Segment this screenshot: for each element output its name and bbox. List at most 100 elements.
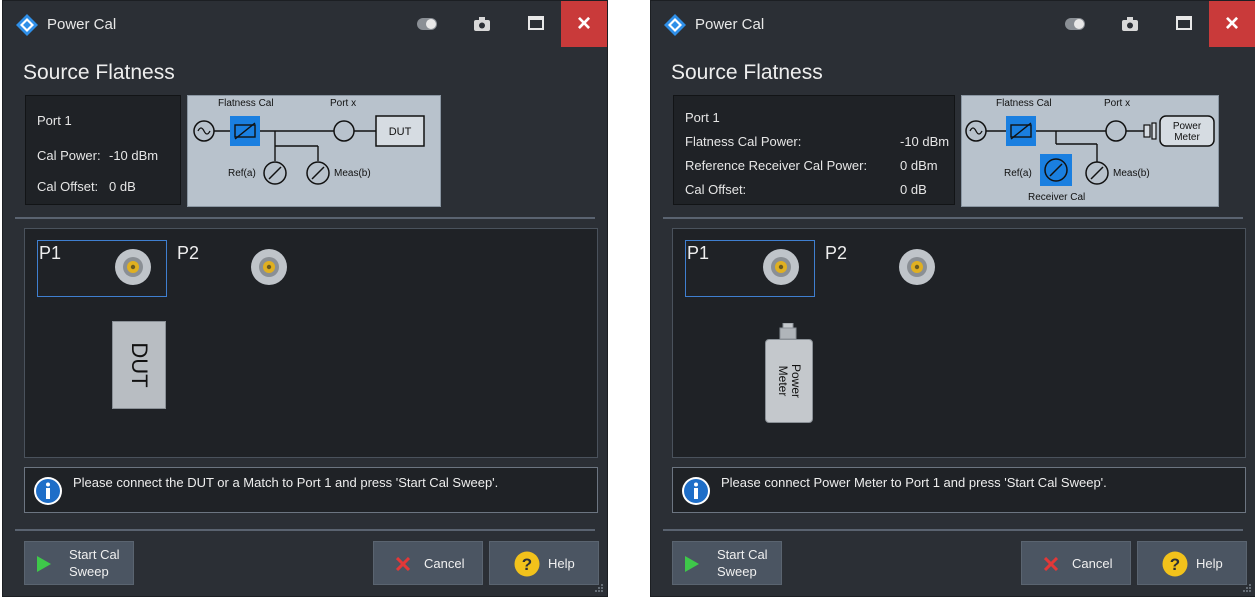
instruction-message: Please connect the DUT or a Match to Por… [24,467,598,513]
info-cal-offset-value: 0 dB [900,182,927,197]
power-meter-label-line2: Meter [776,365,790,397]
cancel-button[interactable]: Cancel [1021,541,1131,585]
help-label: Help [548,556,575,571]
dut-device: DUT [112,321,166,409]
window-title: Power Cal [695,16,765,33]
info-cal-offset-label: Cal Offset: [37,179,99,194]
cal-info-panel: Port 1 Flatness Cal Power: -10 dBm Refer… [673,95,955,205]
page-title: Source Flatness [23,61,175,84]
help-button[interactable]: ? Help [1137,541,1247,585]
port-x-icon [333,120,355,142]
info-cal-offset-value: 0 dB [109,179,136,194]
info-cal-power-label: Cal Power: [37,148,101,163]
rohde-schwarz-logo-icon [16,14,38,36]
diagram-meter-label: Meter [1174,132,1200,143]
svg-text:?: ? [522,555,532,574]
cancel-x-icon [1044,557,1058,571]
port-1-connector-icon[interactable] [762,248,800,286]
diagram-flatness-cal-label: Flatness Cal [996,98,1052,109]
toggle-icon[interactable] [417,18,437,30]
info-flatness-power-value: -10 dBm [900,134,950,149]
divider [15,217,595,219]
port-2-connector-icon[interactable] [898,248,936,286]
maximize-icon[interactable] [528,16,544,30]
instruction-text: Please connect Power Meter to Port 1 and… [721,475,1107,490]
instruction-text: Please connect the DUT or a Match to Por… [73,475,499,490]
port-connection-panel: P1 P2 Power Meter [672,228,1246,458]
port-x-icon [1105,120,1127,142]
cal-diagram: Flatness Cal Port x Power Meter Ref(a) M… [961,95,1219,207]
screenshot-camera-icon[interactable] [473,16,491,32]
power-meter-connector-icon [779,323,797,339]
cal-diagram: Flatness Cal Port x DUT Ref(a) Meas(b) [187,95,441,207]
cancel-label: Cancel [424,556,465,571]
cal-info-panel: Port 1 Cal Power: -10 dBm Cal Offset: 0 … [25,95,181,205]
divider [663,529,1243,531]
start-label-line1: Start Cal [717,547,768,562]
port-connection-panel: P1 P2 DUT [24,228,598,458]
info-cal-offset-label: Cal Offset: [685,182,747,197]
start-cal-sweep-button[interactable]: Start Cal Sweep [24,541,134,585]
diagram-dut-label: DUT [389,126,412,138]
diagram-receiver-cal-label: Receiver Cal [1028,192,1085,203]
play-icon [37,556,51,572]
maximize-icon[interactable] [1176,16,1192,30]
cancel-x-icon [396,557,410,571]
diagram-ref-label: Ref(a) [1004,168,1032,179]
info-ref-receiver-power-label: Reference Receiver Cal Power: [685,158,868,173]
instruction-message: Please connect Power Meter to Port 1 and… [672,467,1246,513]
help-question-icon: ? [514,551,540,577]
title-bar: Power Cal × [3,1,607,49]
dut-device-label: DUT [127,342,152,388]
info-port: Port 1 [37,113,72,128]
info-ref-receiver-power-value: 0 dBm [900,158,938,173]
cancel-button[interactable]: Cancel [373,541,483,585]
start-label-line1: Start Cal [69,547,120,562]
rohde-schwarz-logo-icon [664,14,686,36]
port-2-label: P2 [825,243,848,263]
divider [15,529,595,531]
diagram-meas-label: Meas(b) [334,168,371,179]
start-cal-sweep-button[interactable]: Start Cal Sweep [672,541,782,585]
port-1-label: P1 [687,243,710,263]
power-cal-window-power-meter: Power Cal × Source Flatness Port 1 Flatn… [650,0,1255,597]
port-2-label: P2 [177,243,200,263]
help-label: Help [1196,556,1223,571]
toggle-icon[interactable] [1065,18,1085,30]
start-label-line2: Sweep [69,564,109,579]
info-flatness-power-label: Flatness Cal Power: [685,134,802,149]
close-button[interactable]: × [1209,1,1255,47]
info-icon [34,477,62,505]
info-cal-power-value: -10 dBm [109,148,159,163]
info-icon [682,477,710,505]
diagram-ref-label: Ref(a) [228,168,256,179]
port-1-connector-icon[interactable] [114,248,152,286]
play-icon [685,556,699,572]
help-button[interactable]: ? Help [489,541,599,585]
resize-grip-icon[interactable] [594,583,604,593]
power-meter-device: Power Meter [765,339,813,423]
diagram-port-x-label: Port x [1104,98,1130,109]
window-title: Power Cal [47,16,117,33]
help-question-icon: ? [1162,551,1188,577]
page-title: Source Flatness [671,61,823,84]
flatness-cal-schematic: Flatness Cal Port x DUT Ref(a) Meas(b) [193,98,425,185]
resize-grip-icon[interactable] [1242,583,1252,593]
title-bar: Power Cal × [651,1,1255,49]
power-meter-label-line1: Power [789,363,803,399]
svg-text:?: ? [1170,555,1180,574]
divider [663,217,1243,219]
diagram-port-x-label: Port x [330,98,356,109]
port-2-connector-icon[interactable] [250,248,288,286]
diagram-meas-label: Meas(b) [1113,168,1150,179]
screenshot-camera-icon[interactable] [1121,16,1139,32]
flatness-cal-schematic: Flatness Cal Port x Power Meter Ref(a) M… [965,98,1215,203]
cancel-label: Cancel [1072,556,1113,571]
diagram-flatness-cal-label: Flatness Cal [218,98,274,109]
start-label-line2: Sweep [717,564,757,579]
port-1-label: P1 [39,243,62,263]
power-cal-window-dut: Power Cal × Source Flatness Port 1 Cal P… [2,0,608,597]
info-port: Port 1 [685,110,720,125]
diagram-power-label: Power [1173,121,1202,132]
close-button[interactable]: × [561,1,607,47]
